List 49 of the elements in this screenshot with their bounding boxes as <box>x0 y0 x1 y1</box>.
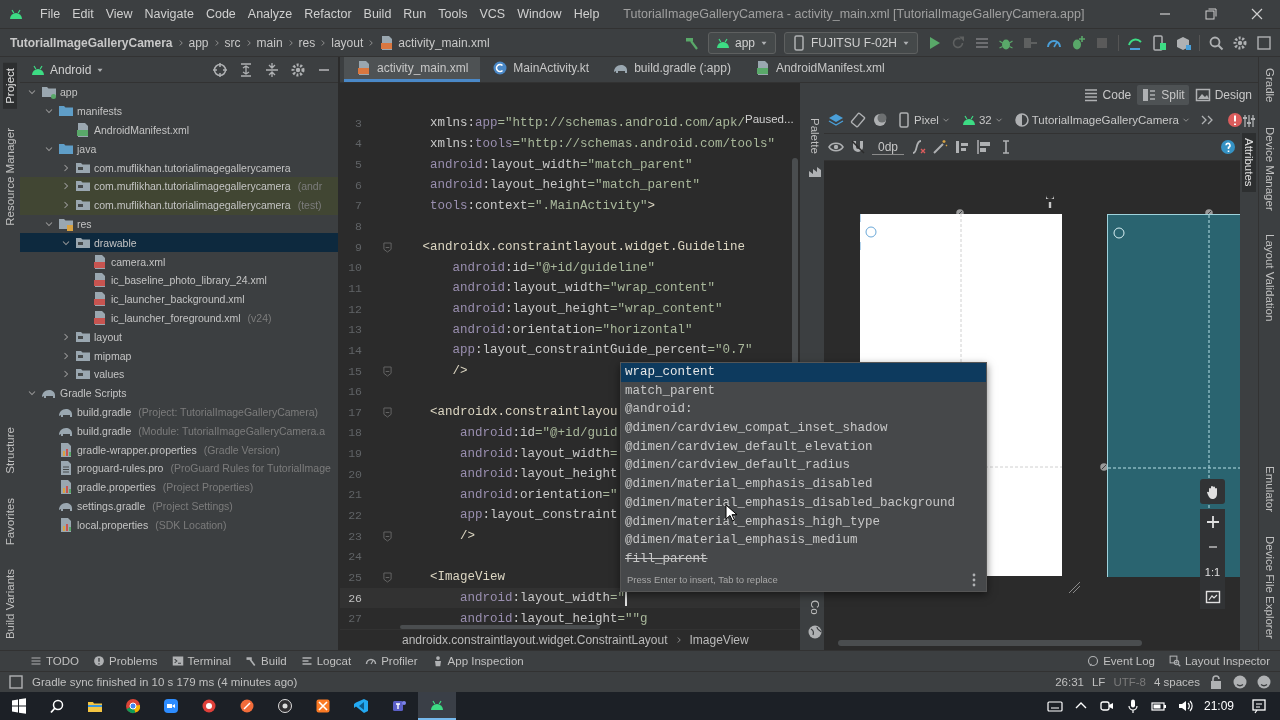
status-tooltip: Paused... <box>745 113 794 125</box>
code-line: app:layout_constraintGuide_percent="0.7" <box>451 343 753 358</box>
code-line: android:orientation="horizontal" <box>451 322 693 337</box>
line-number: 12 <box>347 302 362 316</box>
code-line: android:layout_height <box>459 467 618 482</box>
line-number: 22 <box>347 509 362 522</box>
code-line: xmlns:app="http://schemas.android.com/apk/ <box>429 116 746 131</box>
line-number: 18 <box>347 426 362 440</box>
code-line: android:layout_width="match_parent" <box>429 157 693 172</box>
code-line: /> <box>451 364 468 378</box>
popup-hint: Press Enter to insert, Tab to replace <box>627 574 778 586</box>
code-line: <androidx.constraintlayout.widget.Guideline <box>421 240 746 255</box>
line-number: 16 <box>347 385 362 399</box>
code-line: android:layout_height="match_parent" <box>429 178 701 193</box>
code-line: <androidx.constraintlayou <box>429 405 618 420</box>
code-line: tools:context=".MainActivity"> <box>429 198 656 213</box>
line-number: 15 <box>347 364 362 378</box>
line-number: 27 <box>347 612 362 626</box>
line-number: 9 <box>354 240 362 254</box>
line-number: 3 <box>354 116 362 130</box>
line-number: 6 <box>354 178 362 192</box>
code-line: android:layout_width= <box>459 446 618 461</box>
line-number: 13 <box>347 323 362 337</box>
line-number: 23 <box>347 529 362 543</box>
line-number: 10 <box>347 261 362 275</box>
code-line: app:layout_constraint <box>459 508 618 523</box>
code-line: android:orientation=" <box>459 487 618 502</box>
line-number: 14 <box>347 343 362 357</box>
code-line: android:layout_height="wrap_content" <box>451 302 723 317</box>
line-number: 25 <box>347 570 362 584</box>
status-message: Gradle sync finished in 10 s 179 ms (4 minutes ago) <box>32 676 298 688</box>
line-number: 7 <box>354 199 362 213</box>
code-line: xmlns:tools="http://schemas.android.com/tools" <box>429 136 776 151</box>
code-line: /> <box>459 529 475 544</box>
line-number: 4 <box>354 137 362 151</box>
code-line: android:layout_width="wrap_content" <box>451 281 716 296</box>
line-number: 8 <box>354 220 362 233</box>
code-line: android:id="@+id/guideline" <box>451 260 656 275</box>
line-number: 17 <box>347 405 362 419</box>
line-number: 19 <box>347 447 362 461</box>
code-line: android:layout_height=""g <box>459 611 648 626</box>
line-number: 5 <box>354 158 362 172</box>
code-line: <ImageView <box>429 570 506 585</box>
line-number: 20 <box>347 467 362 481</box>
line-number: 26 <box>347 591 362 605</box>
code-line: android:id="@+id/guid <box>459 425 618 440</box>
window-title: TutorialImageGalleryCamera - activity_main.xml [TutorialImageGalleryCamera.app] <box>623 7 1085 21</box>
line-number: 24 <box>347 550 362 564</box>
code-line: android:layout_width=" <box>459 591 626 606</box>
